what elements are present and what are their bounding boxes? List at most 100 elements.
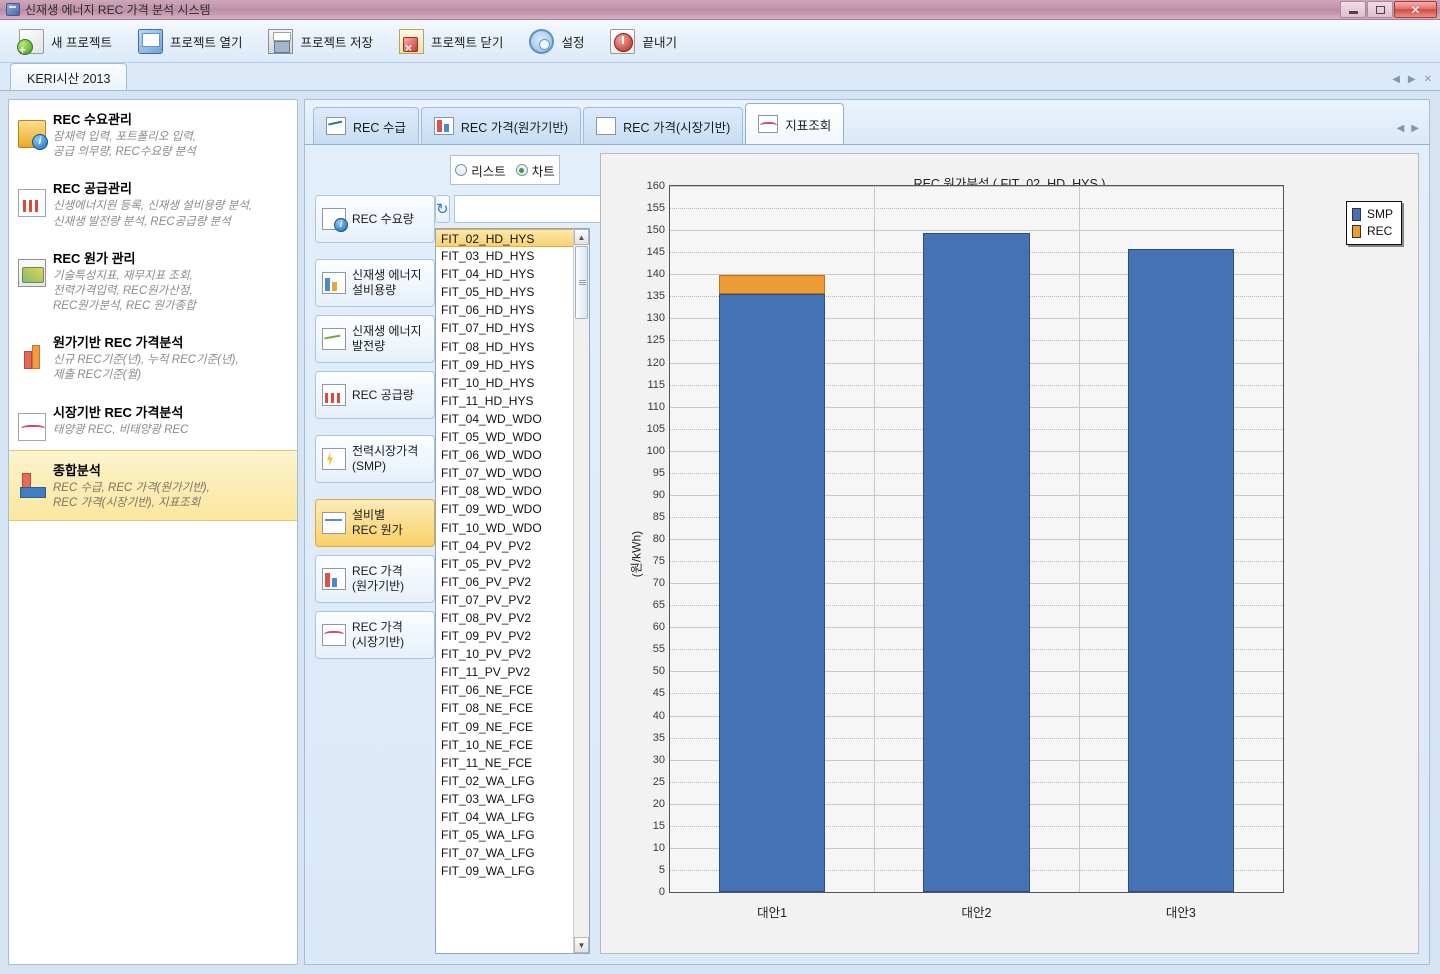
list-item[interactable]: FIT_07_HD_HYS [436, 319, 573, 337]
list-item[interactable]: FIT_10_WD_WDO [436, 519, 573, 537]
sidebar-item-supply[interactable]: REC 공급관리 신생에너지원 등록, 신재생 설비용량 분석, 신재생 발전량… [9, 169, 297, 238]
list-scrollbar[interactable]: ▲ ▼ [573, 229, 589, 953]
settings-button[interactable]: 설정 [518, 24, 595, 59]
list-item[interactable]: FIT_06_HD_HYS [436, 301, 573, 319]
close-button[interactable]: ✕ [1394, 1, 1437, 18]
list-toolbar: ↻ [435, 195, 619, 223]
demand-folder-icon [18, 120, 48, 150]
radio-list[interactable]: 리스트 [455, 161, 506, 180]
list-item[interactable]: FIT_07_PV_PV2 [436, 591, 573, 609]
inner-tab-next-icon[interactable]: ▶ [1411, 123, 1419, 134]
button-unit-rec-cost[interactable]: 설비별 REC 원가 [315, 499, 435, 547]
list-item[interactable]: FIT_08_WD_WDO [436, 482, 573, 500]
button-rec-supply-amount[interactable]: REC 공급량 [315, 371, 435, 419]
list-scroll-down-icon[interactable]: ▼ [574, 937, 589, 953]
list-scroll-thumb[interactable] [575, 246, 588, 319]
sidebar-item-demand[interactable]: REC 수요관리 잠재력 입력, 포트폴리오 입력, 공급 의무량, REC수요… [9, 100, 297, 169]
sidebar-item-demand-desc: 잠재력 입력, 포트폴리오 입력, 공급 의무량, REC수요량 분석 [53, 131, 196, 159]
chart-y-tick: 75 [652, 555, 665, 568]
new-project-icon [17, 28, 44, 57]
market-based-price-icon [18, 412, 46, 441]
list-item[interactable]: FIT_04_HD_HYS [436, 265, 573, 283]
sidebar-item-cost-based-price[interactable]: 원가기반 REC 가격분석 신규 REC기준(년), 누적 REC기준(년), … [9, 323, 297, 392]
button-renewable-capacity[interactable]: 신재생 에너지 설비용량 [315, 259, 435, 307]
exit-power-icon [610, 28, 636, 54]
radio-list-dot [455, 164, 468, 176]
search-input[interactable] [453, 195, 619, 223]
list-item[interactable]: FIT_04_WD_WDO [436, 410, 573, 428]
list-item[interactable]: FIT_04_PV_PV2 [436, 537, 573, 555]
tab-nav-next-icon[interactable]: ▶ [1408, 74, 1416, 85]
rec-price-cost-icon [322, 568, 346, 590]
button-rec-demand[interactable]: REC 수요량 [315, 195, 435, 243]
facility-listbox[interactable]: FIT_02_HD_HYS FIT_03_HD_HYS FIT_04_HD_HYS F… [435, 228, 590, 954]
list-item[interactable]: FIT_03_HD_HYS [436, 247, 573, 265]
list-item[interactable]: FIT_02_HD_HYS [436, 229, 573, 248]
document-tab-keri[interactable]: KERI시산 2013 [10, 63, 128, 90]
tab-rec-supply[interactable]: REC 수급 [313, 107, 419, 144]
chart-y-tick: 35 [652, 731, 665, 744]
list-item[interactable]: FIT_06_NE_FCE [436, 681, 573, 699]
chart-y-tick: 105 [646, 422, 665, 435]
tab-rec-cost-price[interactable]: REC 가격(원가기반) [420, 107, 582, 144]
list-item[interactable]: FIT_07_WA_LFG [436, 844, 573, 862]
tab-strip-nav: ◀ ▶ ✕ [1392, 74, 1432, 85]
list-item[interactable]: FIT_09_NE_FCE [436, 718, 573, 736]
list-item[interactable]: FIT_11_PV_PV2 [436, 663, 573, 681]
chart-y-tick: 155 [646, 202, 665, 215]
button-renewable-generation[interactable]: 신재생 에너지 발전량 [315, 315, 435, 363]
list-item[interactable]: FIT_05_WA_LFG [436, 826, 573, 844]
tab-nav-prev-icon[interactable]: ◀ [1392, 74, 1400, 85]
list-item[interactable]: FIT_05_HD_HYS [436, 283, 573, 301]
list-item[interactable]: FIT_08_NE_FCE [436, 699, 573, 717]
list-scroll-up-icon[interactable]: ▲ [574, 229, 589, 245]
tab-nav-close-icon[interactable]: ✕ [1424, 74, 1432, 85]
save-project-button[interactable]: 프로젝트 저장 [257, 24, 383, 59]
list-item[interactable]: FIT_11_NE_FCE [436, 754, 573, 772]
list-item[interactable]: FIT_08_PV_PV2 [436, 609, 573, 627]
inner-tab-prev-icon[interactable]: ◀ [1397, 123, 1405, 134]
list-item[interactable]: FIT_05_WD_WDO [436, 428, 573, 446]
maximize-button[interactable] [1367, 1, 1393, 18]
list-item[interactable]: FIT_07_WD_WDO [436, 464, 573, 482]
list-item[interactable]: FIT_11_HD_HYS [436, 392, 573, 410]
list-item[interactable]: FIT_09_PV_PV2 [436, 627, 573, 645]
sidebar-item-supply-title: REC 공급관리 [53, 181, 132, 197]
list-item[interactable]: FIT_06_PV_PV2 [436, 573, 573, 591]
button-unit-rec-cost-label: 설비별 REC 원가 [352, 508, 403, 537]
sidebar-item-total-analysis[interactable]: 종합분석 REC 수급, REC 가격(원가기반), REC 가격(시장기반),… [9, 449, 297, 521]
sidebar-item-cost-title: REC 원가 관리 [53, 250, 136, 266]
sidebar-item-cost[interactable]: REC 원가 관리 기술특성지표, 재무지표 조회, 전력가격입력, REC원가… [9, 239, 297, 324]
new-project-button[interactable]: 새 프로젝트 [8, 24, 123, 59]
refresh-button[interactable]: ↻ [435, 195, 450, 223]
button-rec-price-cost-based[interactable]: REC 가격 (원가기반) [315, 555, 435, 603]
list-item[interactable]: FIT_06_WD_WDO [436, 446, 573, 464]
tab-index-lookup[interactable]: 지표조회 [745, 103, 845, 144]
exit-button[interactable]: 끝내기 [599, 24, 688, 59]
tab-rec-market-price-label: REC 가격(시장기반) [623, 120, 731, 135]
list-item[interactable]: FIT_09_HD_HYS [436, 356, 573, 374]
button-rec-price-market-based[interactable]: REC 가격 (시장기반) [315, 611, 435, 659]
list-item[interactable]: FIT_05_PV_PV2 [436, 555, 573, 573]
list-item[interactable]: FIT_09_WA_LFG [436, 862, 573, 880]
list-item[interactable]: FIT_03_WA_LFG [436, 790, 573, 808]
rec-cost-price-icon [433, 117, 454, 135]
content-panel: REC 수급 REC 가격(원가기반) REC 가격(시장기반) 지표조회 ◀ … [304, 99, 1430, 965]
list-item[interactable]: FIT_10_HD_HYS [436, 374, 573, 392]
list-item[interactable]: FIT_10_NE_FCE [436, 736, 573, 754]
close-project-button[interactable]: 프로젝트 닫기 [388, 24, 514, 59]
open-project-button[interactable]: 프로젝트 열기 [127, 24, 253, 59]
list-item[interactable]: FIT_09_WD_WDO [436, 500, 573, 518]
list-item[interactable]: FIT_02_WA_LFG [436, 772, 573, 790]
list-item[interactable]: FIT_04_WA_LFG [436, 808, 573, 826]
chart-bar-segment-smp [923, 233, 1030, 892]
sidebar-item-market-based-price[interactable]: 시장기반 REC 가격분석 태양광 REC, 비태양광 REC [9, 393, 297, 450]
radio-chart[interactable]: 차트 [515, 161, 555, 180]
chart-y-tick: 145 [646, 246, 665, 259]
tab-rec-market-price[interactable]: REC 가격(시장기반) [583, 107, 744, 144]
minimize-button[interactable] [1340, 1, 1366, 18]
list-item[interactable]: FIT_08_HD_HYS [436, 338, 573, 356]
list-item[interactable]: FIT_10_PV_PV2 [436, 645, 573, 663]
chart-y-tick: 60 [652, 621, 665, 634]
button-smp[interactable]: 전력시장가격 (SMP) [315, 435, 435, 483]
